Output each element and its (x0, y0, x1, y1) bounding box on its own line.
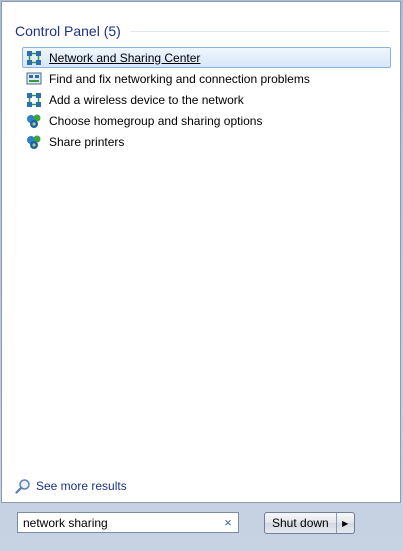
clear-search-icon[interactable]: × (220, 515, 236, 530)
result-share-printers[interactable]: Share printers (22, 131, 391, 152)
result-network-and-sharing-center[interactable]: Network and Sharing Center (22, 47, 391, 68)
group-title[interactable]: Control Panel (5) (15, 23, 121, 39)
result-label: Choose homegroup and sharing options (49, 113, 263, 128)
shutdown-button-group: Shut down ▶ (264, 512, 355, 534)
result-label: Add a wireless device to the network (49, 92, 244, 107)
shutdown-options-arrow-icon[interactable]: ▶ (335, 513, 354, 533)
search-input-text[interactable]: network sharing (18, 516, 220, 530)
network-sharing-icon (27, 50, 41, 65)
troubleshoot-network-icon (26, 72, 42, 84)
see-more-label: See more results (36, 479, 127, 493)
result-label: Share printers (49, 134, 125, 149)
see-more-results-link[interactable]: See more results (15, 478, 127, 494)
search-icon (15, 479, 30, 494)
network-device-icon (27, 92, 41, 107)
homegroup-icon (27, 135, 41, 149)
group-divider (129, 30, 390, 32)
result-homegroup-sharing-options[interactable]: Choose homegroup and sharing options (22, 110, 391, 131)
group-header: Control Panel (5) (15, 21, 390, 41)
result-label: Network and Sharing Center (49, 50, 201, 65)
result-find-and-fix-networking[interactable]: Find and fix networking and connection p… (22, 68, 391, 89)
homegroup-icon (27, 114, 41, 128)
result-add-wireless-device[interactable]: Add a wireless device to the network (22, 89, 391, 110)
shutdown-button[interactable]: Shut down (265, 513, 336, 533)
results-list: Network and Sharing Center Find and fix … (22, 47, 391, 152)
start-menu-results-panel: Control Panel (5) Network and Sharing Ce… (1, 1, 401, 503)
result-label: Find and fix networking and connection p… (49, 71, 310, 86)
search-input[interactable]: network sharing × (17, 512, 239, 533)
